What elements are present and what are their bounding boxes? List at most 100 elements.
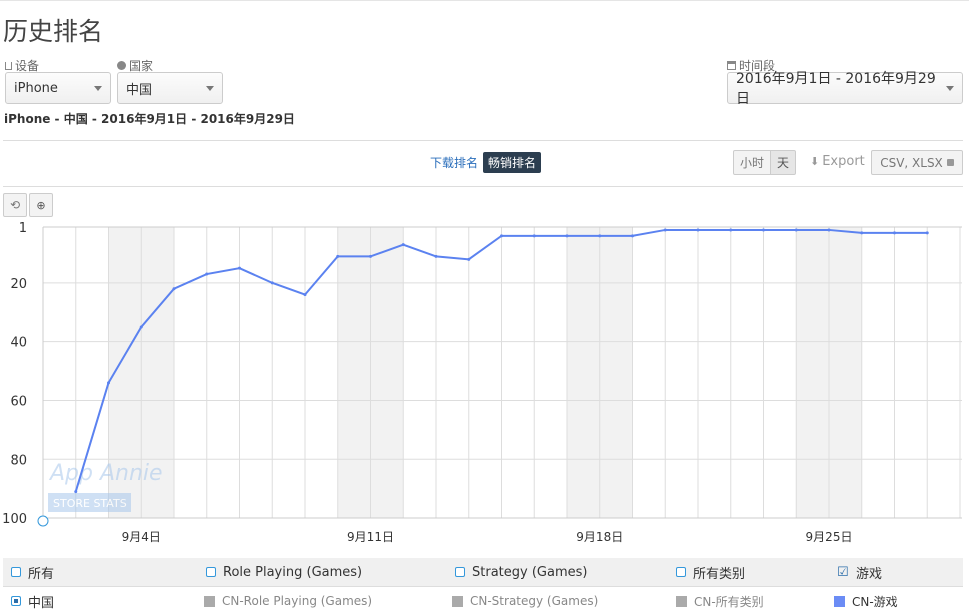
data-point [336,254,340,258]
x-tick-label: 9月18日 [576,530,623,544]
top-divider [0,0,969,1]
data-point [532,234,536,238]
category-label: 所有 [28,566,55,582]
divider [3,140,963,141]
rank-chart: App Annie STORE STATS 1 20 40 60 80 100 9月4日 9月… [2,221,962,544]
category-strategy[interactable]: Strategy (Games) [455,565,587,580]
data-point [762,228,765,232]
x-tick-label: 9月4日 [122,530,161,544]
x-tick-label: 9月25日 [806,530,853,544]
data-point [729,228,733,232]
country-name: 中国 [28,595,55,611]
series-legend: 中国 CN-Role Playing (Games) CN-Strategy (… [3,587,963,615]
watermark-badge-text: STORE STATS [53,497,127,510]
series-swatch [452,595,463,607]
checkmark-icon[interactable]: ☑ [837,565,849,580]
data-point [500,234,503,238]
export-format-button[interactable]: CSV, XLSX [871,150,963,175]
divider [3,186,963,187]
category-all-categories[interactable]: 所有类别 [676,563,745,582]
series-label: CN-游戏 [852,594,898,609]
page-title: 历史排名 [3,17,104,46]
series-strategy[interactable]: CN-Strategy (Games) [452,594,598,608]
zoom-icon: ⊕ [36,198,46,212]
day-toggle[interactable]: 天 [770,150,796,175]
data-point [467,257,471,261]
lock-icon [946,159,954,166]
tab-downloads[interactable]: 下载排名 [425,152,483,173]
country-select[interactable]: 中国 [117,72,223,104]
data-point [925,231,929,235]
data-point [663,228,667,232]
data-point [270,281,274,285]
export-formats: CSV, XLSX [880,155,943,170]
series-swatch [204,595,215,607]
series-games[interactable]: CN-游戏 [834,593,898,610]
series-swatch [676,595,687,607]
tab-grossing[interactable]: 畅销排名 [483,152,542,173]
country-china[interactable]: 中国 [11,592,54,611]
y-tick-label: 1 [19,221,27,236]
checkbox-icon[interactable] [11,596,21,606]
series-swatch [834,595,845,607]
device-select[interactable]: iPhone [5,72,111,104]
data-point [631,234,634,238]
watermark-logo: App Annie [48,461,163,486]
data-point [860,231,864,235]
zoom-button[interactable]: ⊕ [29,193,53,217]
hour-toggle[interactable]: 小时 [733,150,771,175]
checkbox-icon[interactable] [206,567,216,577]
y-tick-label: 20 [10,277,27,292]
data-point [172,287,176,291]
category-all[interactable]: 所有 [11,563,54,582]
country-value: 中国 [126,82,153,98]
data-point [565,234,569,238]
period-value: 2016年9月1日 - 2016年9月29日 [736,71,936,107]
data-point [139,325,143,329]
data-point [827,228,831,232]
y-tick-label: 40 [10,336,27,351]
checkbox-icon[interactable] [11,567,21,577]
category-role-playing[interactable]: Role Playing (Games) [206,565,362,580]
device-icon [5,61,12,70]
data-point [598,234,602,238]
category-legend: 所有 Role Playing (Games) Strategy (Games)… [3,558,963,586]
chevron-down-icon [206,85,214,91]
checkbox-icon[interactable] [676,567,686,577]
period-select[interactable]: 2016年9月1日 - 2016年9月29日 [727,71,963,107]
series-role-playing[interactable]: CN-Role Playing (Games) [204,594,372,608]
data-point [696,228,700,232]
series-label: CN-所有类别 [694,594,764,609]
data-point [893,231,896,235]
navigator-handle[interactable] [37,515,49,527]
reset-icon: ⟲ [9,198,21,212]
data-point [794,228,798,232]
data-point [107,381,110,385]
data-point [205,272,209,276]
chevron-down-icon [94,85,102,91]
category-games[interactable]: ☑ 游戏 [837,563,882,582]
globe-icon [117,61,126,70]
data-point [74,490,78,494]
export-label: Export [822,154,865,169]
checkbox-icon[interactable] [455,567,465,577]
series-label: CN-Strategy (Games) [470,594,599,608]
series-all-categories[interactable]: CN-所有类别 [676,593,764,610]
category-label: Role Playing (Games) [223,564,363,580]
category-label: 游戏 [856,566,883,582]
device-value: iPhone [14,80,58,96]
x-tick-label: 9月11日 [347,530,394,544]
reset-zoom-button[interactable]: ⟲ [3,193,27,217]
y-tick-label: 80 [10,453,27,468]
y-tick-label: 60 [10,394,27,409]
selection-summary: iPhone - 中国 - 2016年9月1日 - 2016年9月29日 [4,112,295,126]
export-link[interactable]: ⬇ Export [810,154,865,169]
download-icon: ⬇ [810,155,820,168]
data-point [434,254,438,258]
calendar-icon [727,61,736,70]
chevron-down-icon [946,85,954,91]
series-label: CN-Role Playing (Games) [222,594,373,608]
category-label: 所有类别 [693,566,746,582]
data-point [369,254,372,258]
data-point [303,293,307,297]
